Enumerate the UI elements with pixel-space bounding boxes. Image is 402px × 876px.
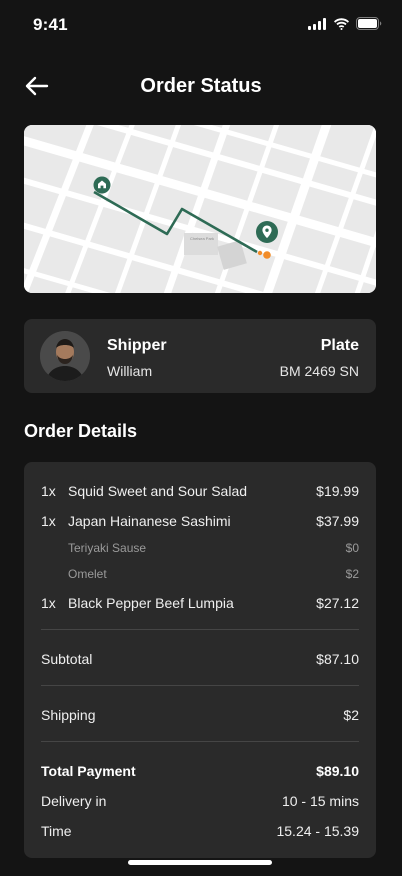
route-map[interactable]: Chelsea Park (24, 125, 376, 293)
shipper-card: Shipper William Plate BM 2469 SN (24, 319, 376, 393)
item-price: $37.99 (316, 513, 359, 529)
item-name: Japan Hainanese Sashimi (68, 513, 231, 529)
divider (41, 685, 359, 686)
wifi-icon (334, 17, 349, 30)
item-qty: 1x (41, 483, 56, 499)
total-label: Total Payment (41, 763, 136, 779)
item-name: Black Pepper Beef Lumpia (68, 595, 234, 611)
time-value: 15.24 - 15.39 (276, 823, 359, 839)
plate-label: Plate (320, 337, 359, 354)
battery-icon (356, 17, 382, 30)
page-title: Order Status (140, 75, 262, 97)
item-qty: 1x (41, 513, 56, 529)
status-time: 9:41 (33, 15, 68, 34)
map-park-label: Chelsea Park (190, 236, 214, 241)
time-label: Time (41, 823, 72, 839)
option-price: $0 (345, 541, 359, 555)
delivery-label: Delivery in (41, 793, 107, 809)
subtotal-label: Subtotal (41, 651, 93, 667)
home-pin-icon (93, 176, 111, 194)
total-value: $89.10 (316, 763, 359, 779)
item-price: $27.12 (316, 595, 359, 611)
destination-marker (263, 251, 271, 259)
item-name: Squid Sweet and Sour Salad (68, 483, 248, 499)
location-pin-icon (256, 221, 278, 243)
status-icons (308, 17, 382, 30)
header: Order Status (0, 66, 402, 106)
subtotal-value: $87.10 (316, 651, 359, 667)
order-details-title: Order Details (24, 421, 138, 441)
option-name: Omelet (68, 567, 107, 581)
option-name: Teriyaki Sause (68, 541, 147, 555)
divider (41, 741, 359, 742)
shipping-label: Shipping (41, 707, 96, 723)
item-qty: 1x (41, 595, 56, 611)
plate-value: BM 2469 SN (279, 363, 359, 379)
order-details-card: 1x Squid Sweet and Sour Salad $19.99 1x … (24, 462, 376, 858)
map-canvas: Chelsea Park (24, 125, 376, 293)
divider (41, 629, 359, 630)
destination-marker (257, 250, 263, 256)
cellular-signal-icon (308, 17, 326, 30)
item-price: $19.99 (316, 483, 359, 499)
status-bar: 9:41 (0, 0, 402, 50)
option-price: $2 (345, 567, 359, 581)
shipping-value: $2 (343, 707, 359, 723)
shipper-name: William (107, 363, 153, 379)
home-indicator[interactable] (128, 860, 272, 865)
delivery-value: 10 - 15 mins (281, 793, 359, 809)
shipper-label: Shipper (107, 337, 167, 354)
shipper-avatar (40, 331, 90, 381)
